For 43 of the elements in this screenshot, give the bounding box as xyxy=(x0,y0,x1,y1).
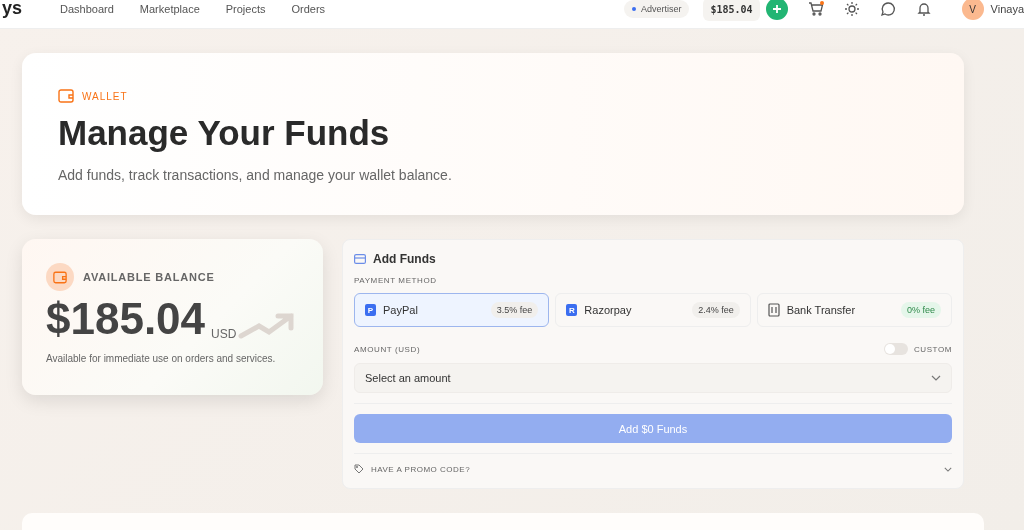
header-balance: $185.04 xyxy=(703,0,760,21)
balance-amount: $185.04 xyxy=(46,297,206,341)
eyebrow-label: WALLET xyxy=(82,90,128,102)
chevron-down-icon xyxy=(944,466,952,472)
balance-note: Available for immediate use on orders and services. xyxy=(46,353,277,364)
building-icon xyxy=(767,303,780,317)
tag-icon xyxy=(354,464,364,474)
fee-badge: 0% fee xyxy=(900,302,941,318)
card-icon xyxy=(354,254,366,264)
chat-icon[interactable] xyxy=(879,1,896,17)
wallet-icon xyxy=(58,89,74,103)
payment-logo-icon: R xyxy=(566,304,578,316)
field-label: PAYMENT METHOD xyxy=(354,276,438,285)
currency-label: USD xyxy=(211,327,237,341)
fee-badge: 2.4% fee xyxy=(692,302,740,318)
nav-link[interactable]: Dashboard xyxy=(60,3,114,15)
toggle-label: CUSTOM xyxy=(913,344,952,354)
balance-label: AVAILABLE BALANCE xyxy=(83,271,215,283)
nav-link[interactable]: Projects xyxy=(225,3,266,15)
bell-icon[interactable] xyxy=(915,1,932,17)
fee-badge: 3.5% fee xyxy=(490,302,539,318)
role-badge: Advertiser xyxy=(623,0,690,18)
wallet-icon xyxy=(46,263,74,291)
payment-logo-icon: P xyxy=(365,304,376,316)
page-subtitle: Add funds, track transactions, and manage your wallet balance. xyxy=(58,167,453,183)
chevron-down-icon xyxy=(931,375,941,381)
user-name[interactable]: Vinaya xyxy=(990,3,1024,15)
sun-icon[interactable] xyxy=(843,1,860,17)
nav-link[interactable]: Orders xyxy=(291,3,326,15)
field-label: AMOUNT (USD) xyxy=(354,344,421,354)
cart-icon[interactable] xyxy=(807,1,824,17)
payment-method-option[interactable]: R Razorpay 2.4% fee xyxy=(555,293,751,327)
logo[interactable]: ys xyxy=(2,0,60,20)
payment-method-option[interactable]: Bank Transfer 0% fee xyxy=(756,293,952,327)
promo-toggle[interactable]: HAVE A PROMO CODE? xyxy=(354,464,952,474)
panel-title: Add Funds xyxy=(373,252,436,266)
custom-toggle[interactable] xyxy=(883,343,908,355)
payment-method-option[interactable]: P PayPal 3.5% fee xyxy=(354,293,550,327)
page-title: Manage Your Funds xyxy=(58,113,391,153)
add-icon[interactable] xyxy=(765,0,788,20)
nav-link[interactable]: Marketplace xyxy=(139,3,200,15)
amount-select[interactable]: Select an amount xyxy=(354,363,952,393)
avatar[interactable]: V xyxy=(961,0,984,20)
